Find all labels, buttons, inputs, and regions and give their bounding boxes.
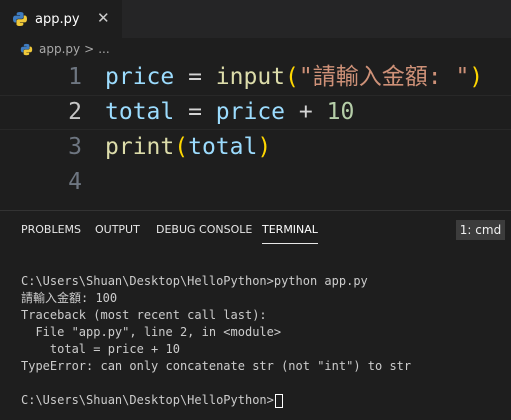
code-text: total = price + 10 <box>105 99 355 125</box>
terminal-line: Traceback (most recent call last): <box>21 308 267 322</box>
terminal-line: total = price + 10 <box>21 342 180 356</box>
tab-bar: app.py ✕ <box>0 0 511 38</box>
python-icon <box>20 43 33 56</box>
tab-output[interactable]: OUTPUT <box>95 223 140 243</box>
terminal-prompt-line[interactable]: C:\Users\Shuan\Desktop\HelloPython> <box>21 392 411 409</box>
editor-tab-app-py[interactable]: app.py ✕ <box>0 0 122 38</box>
terminal-line: File "app.py", line 2, in <module> <box>21 325 282 339</box>
terminal-line: C:\Users\Shuan\Desktop\HelloPython>pytho… <box>21 274 368 288</box>
terminal-line: 請輸入金額: 100 <box>21 291 118 305</box>
code-line-3[interactable]: 3 print(total) <box>0 130 511 165</box>
bottom-panel: PROBLEMS OUTPUT DEBUG CONSOLE TERMINAL 1… <box>0 210 511 420</box>
code-line-2[interactable]: 2 total = price + 10 <box>0 95 511 130</box>
line-number: 1 <box>68 64 82 90</box>
tab-terminal[interactable]: TERMINAL <box>262 223 318 244</box>
tab-problems[interactable]: PROBLEMS <box>21 223 81 243</box>
chevron-right-icon: > <box>84 42 95 56</box>
close-icon[interactable]: ✕ <box>97 9 110 27</box>
breadcrumb-more[interactable]: ... <box>98 42 109 56</box>
tab-debug-console[interactable]: DEBUG CONSOLE <box>156 223 252 243</box>
code-line-4[interactable]: 4 <box>0 165 511 200</box>
line-number: 3 <box>68 134 82 160</box>
terminal-output[interactable]: C:\Users\Shuan\Desktop\HelloPython>pytho… <box>21 273 411 409</box>
terminal-cursor <box>274 393 283 408</box>
code-editor[interactable]: 1 price = input("請輸入金額: ") 2 total = pri… <box>0 60 511 210</box>
line-number: 4 <box>68 169 82 195</box>
breadcrumb-file[interactable]: app.py <box>39 42 80 56</box>
code-text: print(total) <box>105 134 272 160</box>
python-icon <box>12 11 28 27</box>
code-text: price = input("請輸入金額: ") <box>105 64 484 90</box>
line-number: 2 <box>68 99 82 125</box>
breadcrumb: app.py > ... <box>0 38 511 60</box>
code-line-1[interactable]: 1 price = input("請輸入金額: ") <box>0 60 511 95</box>
terminal-prompt: C:\Users\Shuan\Desktop\HelloPython> <box>21 393 274 407</box>
terminal-line: TypeError: can only concatenate str (not… <box>21 359 412 373</box>
terminal-selector[interactable]: 1: cmd <box>456 220 505 240</box>
tab-label: app.py <box>35 11 80 27</box>
